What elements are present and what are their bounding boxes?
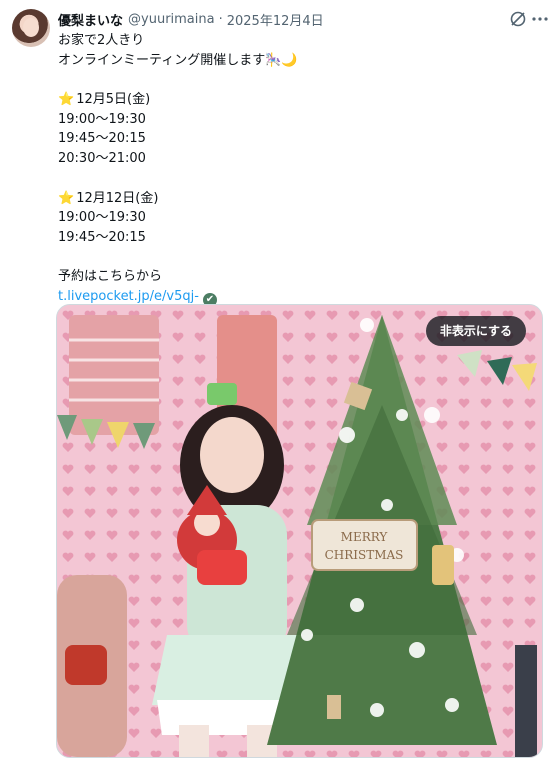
time-slot: 19:45〜20:15: [58, 131, 146, 147]
tweet-text: お家で2人きり オンラインミーティング開催します🎠🌙 ⭐ 12月5日(金) 19:…: [58, 31, 539, 307]
text-line: お家で2人きり: [58, 33, 145, 48]
reserve-text: 予約はこちらから: [58, 269, 163, 285]
time-slot: 19:00〜19:30: [58, 111, 146, 127]
time-slot: 20:30〜21:00: [58, 151, 146, 167]
reservation-link[interactable]: t.livepocket.jp/e/v5qj-: [58, 289, 199, 304]
sign-line2: CHRISTMAS: [325, 548, 404, 562]
separator: ·: [218, 11, 223, 27]
avatar[interactable]: [12, 9, 50, 47]
grok-icon[interactable]: [509, 10, 527, 28]
time-slot: 19:00〜19:30: [58, 210, 146, 226]
star-icon: ⭐: [58, 190, 75, 206]
time-slot: 19:45〜20:15: [58, 229, 146, 245]
star-icon: ⭐: [58, 92, 75, 108]
tweet-date[interactable]: 2025年12月4日: [227, 10, 324, 29]
author-handle[interactable]: @yuurimaina: [128, 12, 215, 27]
tweet-header: 優梨まいな @yuurimaina · 2025年12月4日: [58, 9, 539, 29]
schedule-title: 12月12日(金): [76, 190, 159, 206]
more-options-icon[interactable]: [531, 10, 549, 28]
hide-media-button[interactable]: 非表示にする: [425, 316, 526, 346]
schedule-title: 12月5日(金): [76, 92, 151, 108]
author-name[interactable]: 優梨まいな: [58, 10, 123, 29]
christmas-photo-image: MERRY CHRISTMAS: [57, 305, 542, 757]
text-line: オンラインミーティング開催します🎠🌙: [58, 52, 298, 68]
sign-line1: MERRY: [341, 530, 389, 544]
tweet-photo[interactable]: MERRY CHRISTMAS 非表示にする: [56, 304, 543, 758]
